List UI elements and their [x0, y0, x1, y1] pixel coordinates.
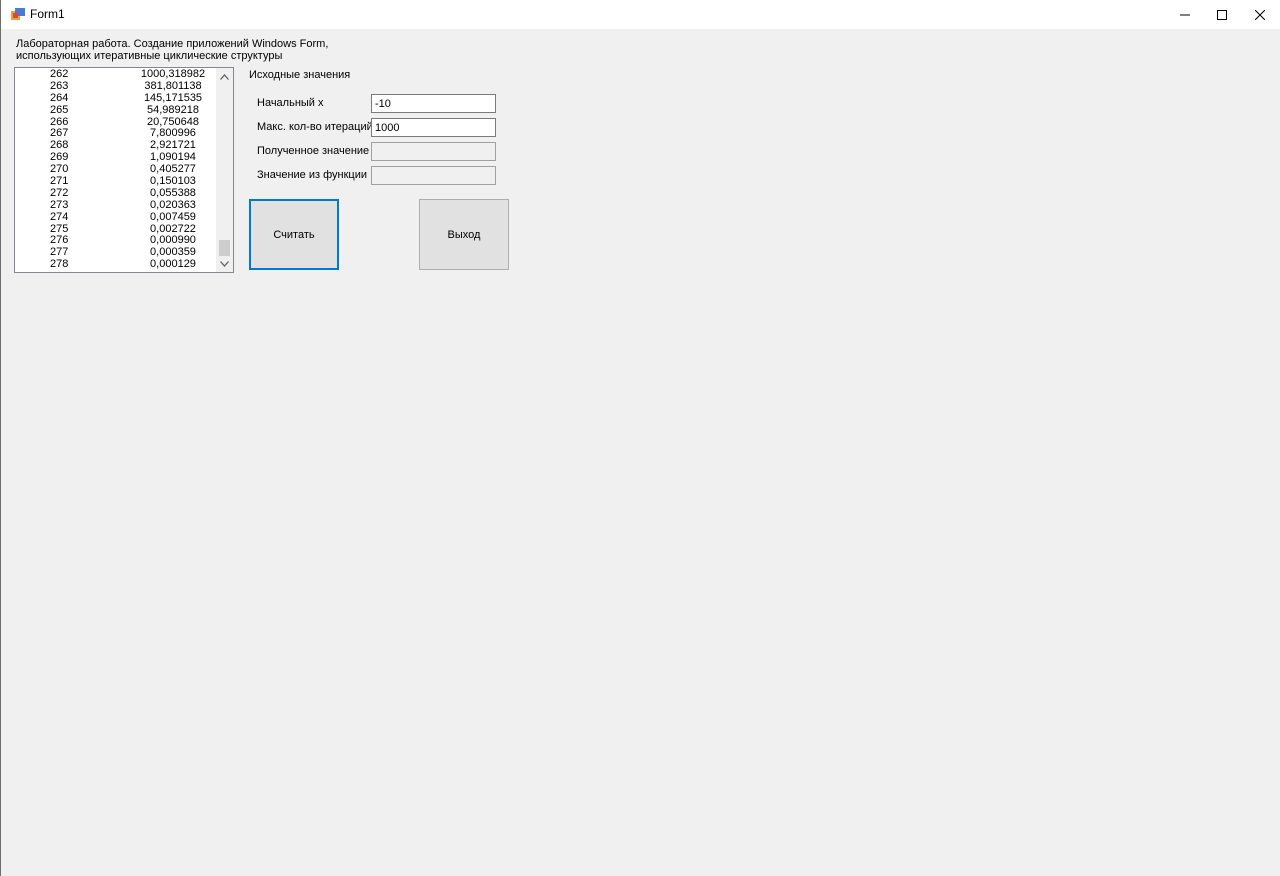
list-item-value: 0,007459	[150, 210, 196, 223]
list-item-value: 0,000129	[150, 258, 196, 271]
results-listbox[interactable]: 262 1000,318982 263 381,801138 264 145,171535…	[14, 67, 234, 273]
list-item[interactable]: 272 0,055388	[15, 187, 217, 200]
start-x-label: Начальный x	[257, 97, 324, 109]
maximize-icon	[1217, 9, 1227, 20]
result-output[interactable]	[371, 142, 496, 161]
list-item-index: 264	[50, 91, 69, 104]
list-item[interactable]: 273 0,020363	[15, 198, 217, 212]
window-title: Form1	[30, 7, 65, 21]
max-iterations-label: Макс. кол-во итераций	[257, 121, 373, 133]
list-item-index: 278	[50, 258, 69, 271]
close-button[interactable]	[1237, 0, 1280, 29]
function-value-label: Значение из функции	[257, 169, 367, 181]
list-item-index: 274	[50, 210, 69, 223]
list-item-value: 381,801138	[144, 79, 202, 92]
close-icon	[1255, 9, 1265, 20]
chevron-up-icon	[220, 73, 229, 80]
minimize-icon	[1180, 14, 1190, 15]
results-list: 262 1000,318982 263 381,801138 264 145,171535…	[15, 68, 217, 271]
list-item[interactable]: 263 381,801138	[15, 79, 217, 93]
list-item-value: 0,020363	[150, 198, 196, 211]
max-iterations-input[interactable]	[371, 118, 496, 137]
app-icon	[11, 8, 25, 20]
list-item[interactable]: 274 0,007459	[15, 210, 217, 224]
lab-description: Лабораторная работа. Создание приложений…	[16, 38, 328, 62]
list-item-value: 145,171535	[143, 91, 203, 104]
function-value-output[interactable]	[371, 166, 496, 185]
result-label: Полученное значение	[257, 145, 370, 157]
title-bar[interactable]: Form1	[1, 0, 1280, 29]
main-window: Form1 Лабораторная работа. Создание прил…	[0, 0, 1280, 876]
chevron-down-icon	[220, 260, 229, 267]
scrollbar-thumb[interactable]	[219, 240, 230, 256]
lab-description-line-2: использующих итеративные циклические стр…	[16, 50, 283, 62]
list-item-value: 54,989218	[147, 103, 199, 116]
list-item[interactable]: 264 145,171535	[15, 91, 217, 105]
list-item[interactable]: 265 54,989218	[15, 103, 217, 117]
group-title: Исходные значения	[249, 69, 351, 81]
exit-button[interactable]: Выход	[419, 199, 509, 270]
list-item-index: 273	[50, 198, 69, 211]
listbox-scrollbar[interactable]	[216, 68, 233, 272]
scroll-down-button[interactable]	[216, 255, 233, 272]
list-item-index: 265	[50, 103, 69, 116]
start-x-input[interactable]	[371, 94, 496, 113]
list-item[interactable]: 278 0,000129	[15, 258, 217, 271]
calculate-button[interactable]: Считать	[249, 199, 339, 270]
scroll-up-button[interactable]	[216, 68, 233, 85]
lab-description-line-1: Лабораторная работа. Создание приложений…	[16, 38, 329, 50]
list-item-index: 263	[50, 79, 69, 92]
